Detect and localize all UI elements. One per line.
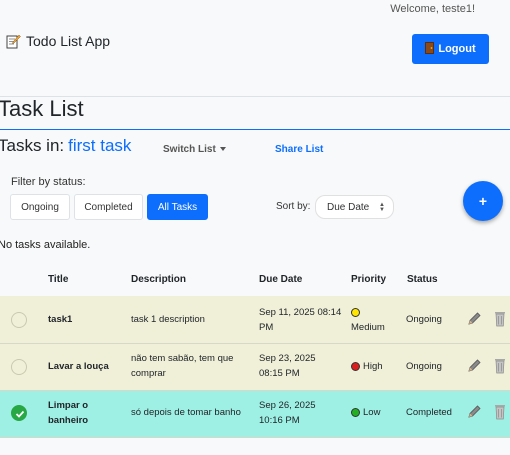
table-row: Lavar a louça não tem sabão, tem que com… xyxy=(0,344,510,391)
switch-list-label: Switch List xyxy=(163,144,216,155)
door-icon xyxy=(425,41,435,57)
sort-select[interactable]: Due Date ▲ ▼ xyxy=(315,195,394,219)
sort-label: Sort by: xyxy=(276,201,311,212)
task-due-date: Sep 26, 2025 10:16 PM xyxy=(259,400,316,426)
priority-label: High xyxy=(363,361,383,372)
column-status[interactable]: Status xyxy=(407,274,438,285)
table-row: task1 task 1 description Sep 11, 2025 08… xyxy=(0,296,510,344)
trash-icon[interactable] xyxy=(494,403,506,425)
current-list-heading: Tasks in: first task xyxy=(0,136,131,156)
brand-label: Todo List App xyxy=(26,33,111,49)
empty-tasks-message: No tasks available. xyxy=(0,239,91,251)
task-title: Lavar a louça xyxy=(48,361,109,372)
filter-ongoing-button[interactable]: Ongoing xyxy=(10,194,70,220)
priority-label: Medium xyxy=(351,322,385,333)
select-arrows-icon: ▲ ▼ xyxy=(379,202,385,213)
checkmark-icon xyxy=(15,410,25,418)
column-description[interactable]: Description xyxy=(131,274,186,285)
priority-dot-icon xyxy=(351,407,360,417)
task-title: task1 xyxy=(48,314,73,325)
complete-checkbox[interactable] xyxy=(11,312,27,328)
welcome-text: Welcome, teste1! xyxy=(390,3,475,15)
task-description: só depois de tomar banho xyxy=(131,407,241,418)
task-due-date: Sep 23, 2025 08:15 PM xyxy=(259,353,316,379)
pencil-icon[interactable] xyxy=(466,358,482,379)
sort-select-value: Due Date xyxy=(327,201,370,213)
priority-dot-icon xyxy=(351,361,360,371)
task-status: Ongoing xyxy=(406,314,442,325)
memo-icon xyxy=(6,34,21,49)
page-title: Task List xyxy=(0,96,84,121)
tasks-in-label: Tasks in: xyxy=(0,136,65,155)
current-list-name: first task xyxy=(68,136,132,155)
logout-button[interactable]: Logout xyxy=(412,34,489,64)
complete-checkbox[interactable] xyxy=(11,405,27,421)
task-due-date: Sep 11, 2025 08:14 PM xyxy=(259,307,342,333)
complete-checkbox[interactable] xyxy=(11,359,27,375)
title-divider xyxy=(0,129,510,130)
share-list-button[interactable]: Share List xyxy=(275,144,323,155)
filter-completed-button[interactable]: Completed xyxy=(74,194,143,220)
task-status: Completed xyxy=(406,407,452,418)
pencil-icon[interactable] xyxy=(466,404,482,425)
column-title[interactable]: Title xyxy=(48,274,68,285)
filter-all-button[interactable]: All Tasks xyxy=(147,194,208,220)
task-description: não tem sabão, tem que comprar xyxy=(131,353,234,379)
logout-label: Logout xyxy=(438,43,476,55)
column-due-date[interactable]: Due Date xyxy=(259,274,302,285)
pencil-icon[interactable] xyxy=(466,311,482,332)
column-priority[interactable]: Priority xyxy=(351,274,386,285)
trash-icon[interactable] xyxy=(494,357,506,379)
task-priority: Medium xyxy=(351,305,403,335)
priority-label: Low xyxy=(363,407,381,418)
add-task-button[interactable]: + xyxy=(463,181,503,221)
priority-dot-icon xyxy=(351,307,360,317)
trash-icon[interactable] xyxy=(494,310,506,332)
task-description: task 1 description xyxy=(131,314,205,325)
switch-list-dropdown[interactable]: Switch List xyxy=(163,144,226,155)
task-priority: Low xyxy=(351,405,406,420)
table-header: Title Description Due Date Priority Stat… xyxy=(0,262,510,296)
task-status: Ongoing xyxy=(406,361,442,372)
app-brand[interactable]: Todo List App xyxy=(6,33,110,49)
caret-down-icon xyxy=(219,147,226,152)
task-title: Limpar o banheiro xyxy=(48,400,89,426)
filter-label: Filter by status: xyxy=(11,176,86,188)
task-priority: High xyxy=(351,359,406,374)
table-row: Limpar o banheiro só depois de tomar ban… xyxy=(0,391,510,438)
app-header: Welcome, teste1! Todo List App Logout xyxy=(0,0,510,97)
